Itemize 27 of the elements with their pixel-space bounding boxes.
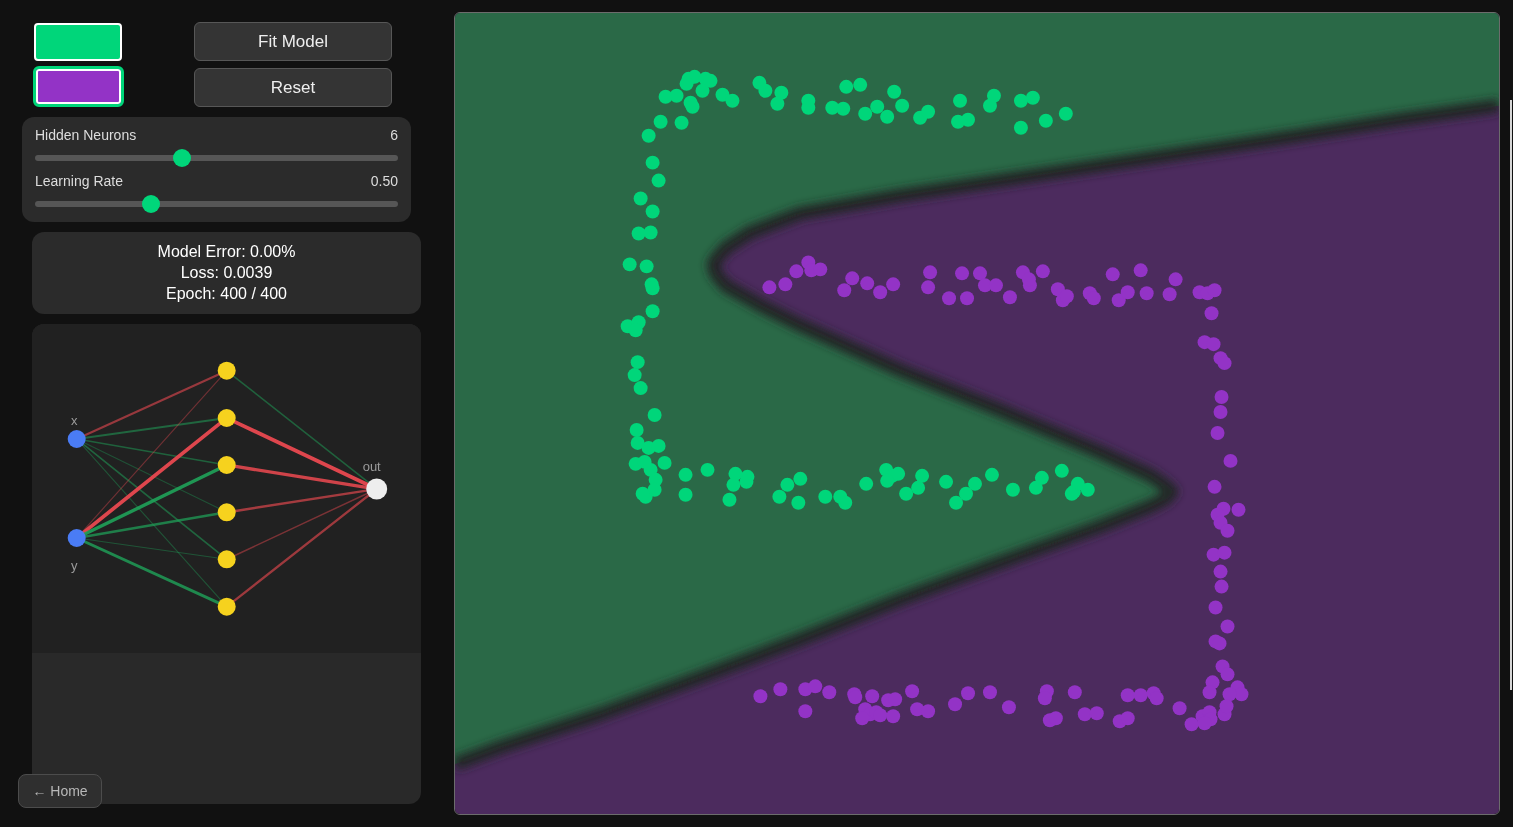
input-node	[67, 430, 86, 448]
node-label: out	[362, 459, 381, 474]
hidden-node	[217, 550, 236, 569]
output-node	[366, 478, 388, 500]
color-swatch[interactable]	[33, 66, 124, 107]
slider-thumb[interactable]	[173, 149, 191, 167]
hidden-node	[217, 361, 236, 380]
reset-button[interactable]: Reset	[194, 68, 392, 107]
slider-value: 6	[390, 126, 398, 144]
stat-text: Epoch: 400 / 400	[166, 284, 287, 304]
hidden-node	[217, 503, 236, 522]
slider-track[interactable]	[35, 195, 398, 213]
stat-text: Model Error: 0.00%	[157, 242, 296, 262]
slider-label: Learning Rate	[35, 172, 123, 190]
slider-track[interactable]	[35, 149, 398, 167]
fit-model-button[interactable]: Fit Model	[194, 22, 392, 61]
hidden-node	[217, 456, 236, 474]
hidden-node	[217, 409, 236, 427]
node-label: y	[70, 557, 78, 573]
input-node	[67, 529, 86, 547]
hidden-node	[217, 597, 236, 616]
stat-text: Loss: 0.0039	[180, 263, 273, 283]
slider-label: Hidden Neurons	[35, 126, 137, 144]
home-button[interactable]: ← Home	[18, 774, 102, 808]
slider-value: 0.50	[370, 172, 398, 190]
node-label: x	[70, 412, 78, 428]
slider-thumb[interactable]	[141, 195, 160, 213]
